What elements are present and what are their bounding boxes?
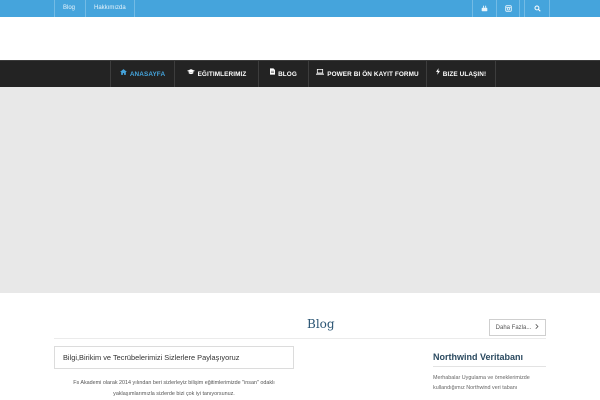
nav-label-courses: EĞITIMLERIMIZ: [197, 71, 247, 78]
hero-slider: [0, 87, 600, 293]
nav-item-courses[interactable]: EĞITIMLERIMIZ: [174, 61, 258, 88]
nav-item-powerbi-form[interactable]: POWER BI ÖN KAYIT FORMU: [308, 61, 426, 88]
main-nav: ANASAYFA EĞITIMLERIMIZ BLOG POWER BI ÖN …: [0, 60, 600, 88]
nav-label-home: ANASAYFA: [129, 71, 166, 78]
search-icon[interactable]: [524, 0, 550, 17]
nav-item-contact[interactable]: BIZE ULAŞIN!: [426, 61, 496, 88]
nav-item-home[interactable]: ANASAYFA: [110, 61, 174, 88]
topbar-link-blog[interactable]: Blog: [54, 0, 83, 17]
sidebar-post-excerpt: Merhabalar Uygulama ve örneklerimizde ku…: [433, 375, 530, 391]
topbar-link-about[interactable]: Hakkımızda: [85, 0, 135, 17]
divider: [54, 338, 546, 339]
youtube-icon[interactable]: [472, 0, 496, 17]
blog-description: Fs Akademi olarak 2014 yılından beri siz…: [73, 380, 275, 397]
document-icon: [270, 61, 276, 88]
sidebar-post-title[interactable]: Northwind Veritabanı: [433, 352, 523, 362]
nav-label-powerbi-form: POWER BI ÖN KAYIT FORMU: [327, 71, 419, 78]
instagram-icon[interactable]: [496, 0, 520, 17]
home-icon: [119, 61, 127, 88]
bolt-icon: [435, 61, 440, 88]
blog-card-title[interactable]: Bilgi,Birikim ve Tecrübelerimizi Sizlerl…: [54, 346, 294, 369]
sidebar-divider: [433, 366, 546, 367]
nav-label-blog: BLOG: [278, 71, 297, 78]
more-button[interactable]: Daha Fazla...: [489, 319, 546, 336]
more-button-label: Daha Fazla...: [495, 324, 532, 331]
nav-label-contact: BIZE ULAŞIN!: [442, 71, 487, 78]
nav-item-blog[interactable]: BLOG: [258, 61, 308, 88]
chevron-right-icon: [535, 324, 539, 331]
laptop-icon: [316, 61, 325, 88]
section-title: Blog: [307, 317, 335, 331]
top-bar: Blog Hakkımızda: [0, 0, 600, 17]
graduation-cap-icon: [186, 61, 195, 88]
